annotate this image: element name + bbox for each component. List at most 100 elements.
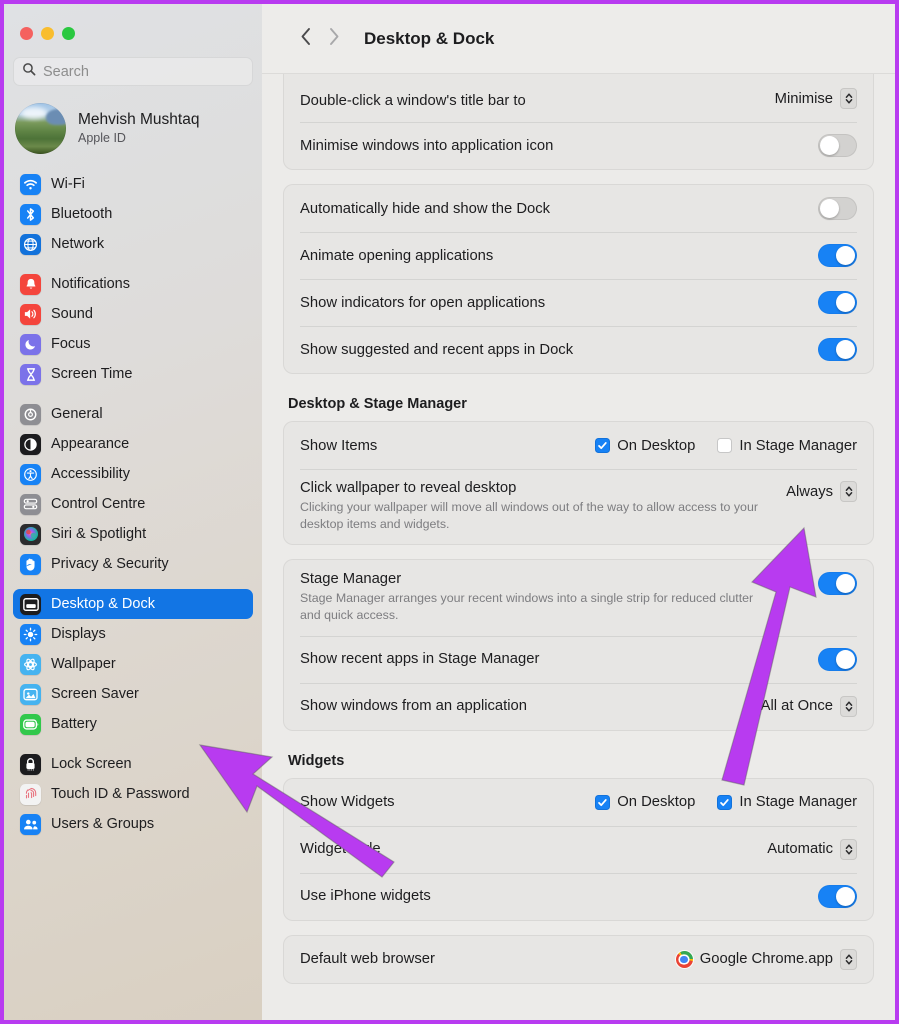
chrome-icon <box>676 951 693 968</box>
avatar <box>15 103 66 154</box>
toggle-knob <box>836 574 855 593</box>
row-show-recent-apps-in-stage-manager[interactable]: Show recent apps in Stage Manager <box>284 636 873 683</box>
row-label: Show indicators for open applications <box>300 295 818 311</box>
minimise-button[interactable] <box>41 27 54 40</box>
sidebar-item-general[interactable]: General <box>13 399 253 429</box>
hourglass-icon <box>20 364 41 385</box>
close-button[interactable] <box>20 27 33 40</box>
checkbox-label: On Desktop <box>617 438 695 454</box>
chevron-right-icon <box>328 27 340 51</box>
forward-button[interactable] <box>320 25 348 53</box>
row-default-web-browser[interactable]: Default web browser Google Chrome.app <box>284 936 873 983</box>
sidebar-item-notifications[interactable]: Notifications <box>13 269 253 299</box>
show-items-in-stage-manager-checkbox[interactable] <box>717 438 732 453</box>
sidebar-item-control-centre[interactable]: Control Centre <box>13 489 253 519</box>
sidebar-item-privacy-security[interactable]: Privacy & Security <box>13 549 253 579</box>
sidebar-item-wi-fi[interactable]: Wi-Fi <box>13 169 253 199</box>
sidebar: Mehvish Mushtaq Apple ID Wi-FiBluetooth N… <box>4 4 262 1020</box>
show-items-in-stage-manager-checkgroup[interactable]: In Stage Manager <box>717 438 857 454</box>
sidebar-item-label: Lock Screen <box>51 756 132 772</box>
show-widgets-on-desktop-checkbox[interactable] <box>595 795 610 810</box>
row-stage-manager[interactable]: Stage Manager Stage Manager arranges you… <box>284 560 873 635</box>
chevron-updown-icon <box>840 481 857 502</box>
checkbox-label: In Stage Manager <box>739 794 857 810</box>
settings-scroll-area[interactable]: Double-click a window's title bar to Min… <box>262 74 895 1020</box>
row-label: Show windows from an application <box>300 698 761 714</box>
gear-icon <box>20 404 41 425</box>
row-animate-opening-applications[interactable]: Animate opening applications <box>284 232 873 279</box>
sidebar-item-label: Accessibility <box>51 466 130 482</box>
sidebar-item-network[interactable]: Network <box>13 229 253 259</box>
row-widget-style[interactable]: Widget style Automatic <box>284 826 873 873</box>
row-show-widgets[interactable]: Show Widgets On Desktop <box>284 779 873 826</box>
popup-value: Minimise <box>775 91 833 107</box>
show-indicators-toggle[interactable] <box>818 291 857 314</box>
sidebar-item-sound[interactable]: Sound <box>13 299 253 329</box>
sidebar-item-bluetooth[interactable]: Bluetooth <box>13 199 253 229</box>
animate-opening-applications-toggle[interactable] <box>818 244 857 267</box>
sidebar-item-label: Privacy & Security <box>51 556 169 572</box>
search-icon <box>22 62 36 81</box>
show-widgets-in-stage-manager-checkbox[interactable] <box>717 795 732 810</box>
auto-hide-dock-toggle[interactable] <box>818 197 857 220</box>
appearance-icon <box>20 434 41 455</box>
show-items-on-desktop-checkbox[interactable] <box>595 438 610 453</box>
widget-style-popup[interactable]: Automatic <box>767 839 857 860</box>
show-items-on-desktop-checkgroup[interactable]: On Desktop <box>595 438 695 454</box>
double-click-action-popup[interactable]: Minimise <box>775 88 857 109</box>
sidebar-item-displays[interactable]: Displays <box>13 619 253 649</box>
show-recent-apps-toggle[interactable] <box>818 648 857 671</box>
sidebar-item-touch-id-password[interactable]: Touch ID & Password <box>13 779 253 809</box>
row-click-wallpaper-to-reveal-desktop[interactable]: Click wallpaper to reveal desktop Clicki… <box>284 469 873 544</box>
stage-manager-toggle[interactable] <box>818 572 857 595</box>
zoom-button[interactable] <box>62 27 75 40</box>
show-widgets-on-desktop-checkgroup[interactable]: On Desktop <box>595 794 695 810</box>
row-description: Stage Manager arranges your recent windo… <box>300 590 770 623</box>
chevron-updown-icon <box>840 88 857 109</box>
click-wallpaper-popup[interactable]: Always <box>786 481 857 502</box>
toggle-knob <box>836 246 855 265</box>
minimise-into-app-icon-toggle[interactable] <box>818 134 857 157</box>
row-label: Animate opening applications <box>300 248 818 264</box>
lock-icon <box>20 754 41 775</box>
sidebar-item-label: General <box>51 406 103 422</box>
show-widgets-in-stage-manager-checkgroup[interactable]: In Stage Manager <box>717 794 857 810</box>
row-show-indicators[interactable]: Show indicators for open applications <box>284 279 873 326</box>
row-show-windows-from-an-application[interactable]: Show windows from an application All at … <box>284 683 873 730</box>
sidebar-item-focus[interactable]: Focus <box>13 329 253 359</box>
show-suggested-recent-apps-toggle[interactable] <box>818 338 857 361</box>
sidebar-item-users-groups[interactable]: Users & Groups <box>13 809 253 839</box>
sidebar-item-battery[interactable]: Battery <box>13 709 253 739</box>
sidebar-item-screen-time[interactable]: Screen Time <box>13 359 253 389</box>
row-use-iphone-widgets[interactable]: Use iPhone widgets <box>284 873 873 920</box>
fingerprint-icon <box>20 784 41 805</box>
row-double-click-title-bar[interactable]: Double-click a window's title bar to Min… <box>284 74 873 122</box>
toggle-knob <box>836 340 855 359</box>
row-show-items[interactable]: Show Items On Desktop In <box>284 422 873 469</box>
display-icon <box>20 624 41 645</box>
row-label: Show suggested and recent apps in Dock <box>300 342 818 358</box>
globe-icon <box>20 234 41 255</box>
toggle-knob <box>836 887 855 906</box>
sidebar-item-wallpaper[interactable]: Wallpaper <box>13 649 253 679</box>
default-web-browser-popup[interactable]: Google Chrome.app <box>676 949 857 970</box>
row-minimise-into-app-icon[interactable]: Minimise windows into application icon <box>284 122 873 169</box>
sidebar-item-label: Network <box>51 236 104 252</box>
show-windows-from-application-popup[interactable]: All at Once <box>761 696 857 717</box>
row-auto-hide-dock[interactable]: Automatically hide and show the Dock <box>284 185 873 232</box>
search-input[interactable] <box>43 64 244 80</box>
sidebar-item-accessibility[interactable]: Accessibility <box>13 459 253 489</box>
sidebar-item-screen-saver[interactable]: Screen Saver <box>13 679 253 709</box>
sidebar-group-2: General Appearance Accessibility Control Ce… <box>4 399 262 579</box>
use-iphone-widgets-toggle[interactable] <box>818 885 857 908</box>
sidebar-item-lock-screen[interactable]: Lock Screen <box>13 749 253 779</box>
sidebar-item-appearance[interactable]: Appearance <box>13 429 253 459</box>
row-show-suggested-recent-apps[interactable]: Show suggested and recent apps in Dock <box>284 326 873 373</box>
search-field[interactable] <box>13 57 253 86</box>
sidebar-item-siri-spotlight[interactable]: Siri & Spotlight <box>13 519 253 549</box>
sidebar-item-label: Screen Time <box>51 366 132 382</box>
apple-id-account-row[interactable]: Mehvish Mushtaq Apple ID <box>4 97 262 160</box>
sidebar-item-desktop-dock[interactable]: Desktop & Dock <box>13 589 253 619</box>
popup-value: All at Once <box>761 698 833 714</box>
back-button[interactable] <box>292 25 320 53</box>
